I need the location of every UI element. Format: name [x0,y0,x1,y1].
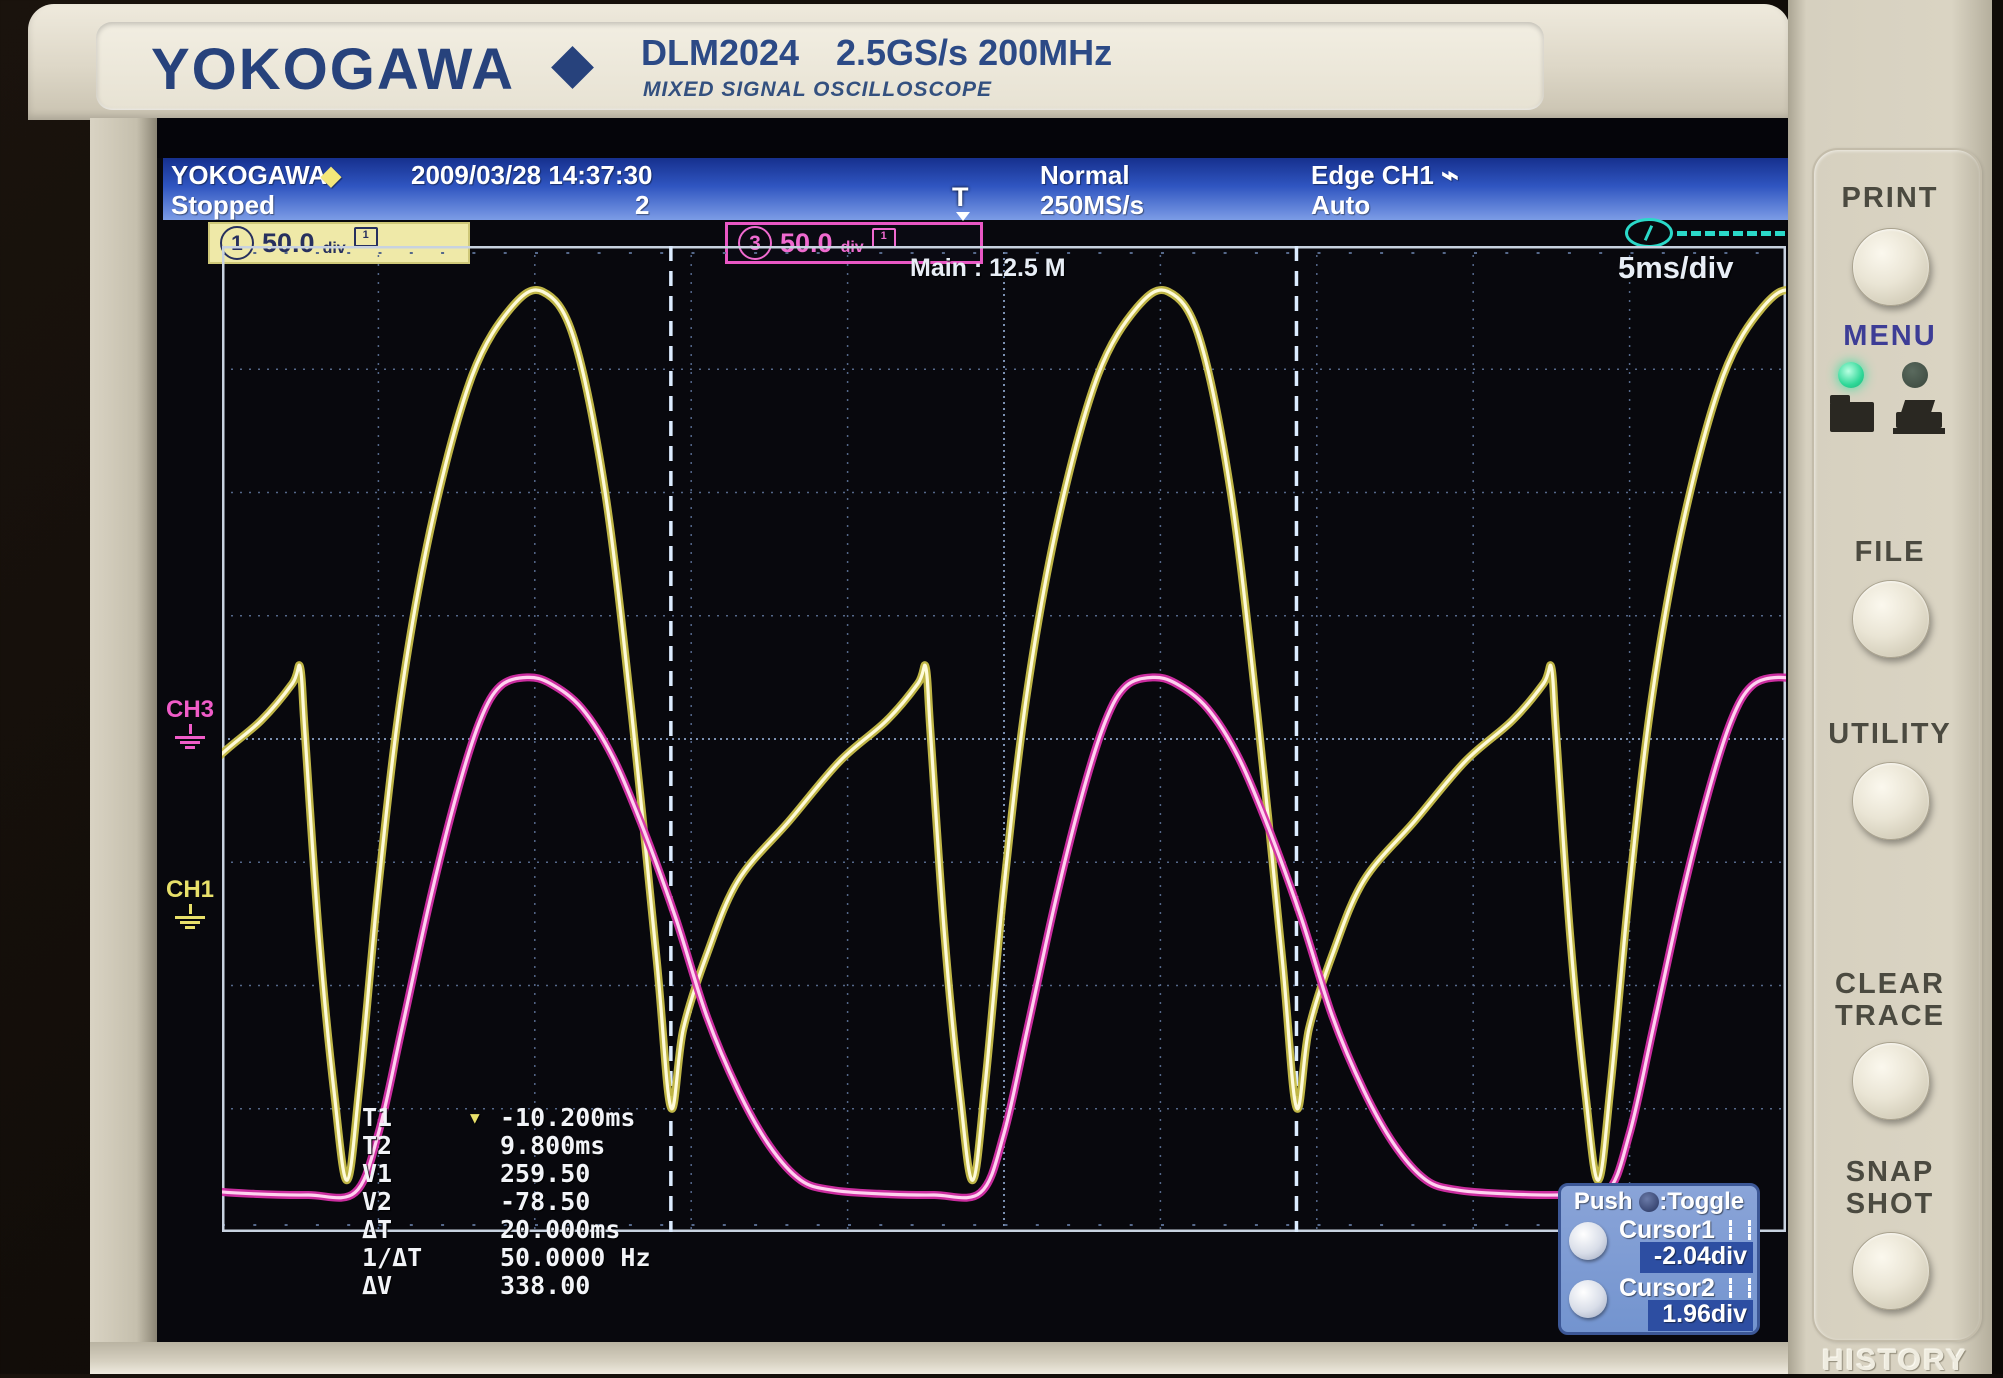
screen-brand: YOKOGAWA [171,160,327,191]
model-specs: 2.5GS/s 200MHz [836,32,1112,74]
brand-logo: YOKOGAWA [151,36,515,103]
cursor1-row: Cursor1 -2.04div [1561,1216,1757,1274]
trigger-position-marker: T [952,182,969,213]
cursor-panel: Push :Toggle Cursor1 -2.04div Cursor2 1.… [1558,1183,1760,1335]
history-label: HISTORY [1800,1344,1990,1378]
folder-icon [1830,402,1874,432]
cursor2-knob-icon[interactable] [1569,1280,1607,1318]
trigger-type: Edge CH1 [1311,160,1434,191]
lcd-screen: YOKOGAWA ◆ 2009/03/28 14:37:30 Normal Ed… [157,118,1788,1342]
ch1-position-marker: CH1 [162,876,218,929]
measurement-row: ΔT 20.000ms [362,1216,651,1244]
brand-strip: YOKOGAWA ◆ DLM2024 2.5GS/s 200MHz MIXED … [96,22,1544,110]
screen-brand-diamond-icon: ◆ [321,160,341,191]
screen-glass-edge [157,118,1788,158]
acquisition-count: 2 [635,190,649,221]
snap-shot-label-1: SNAP [1788,1156,1992,1189]
datetime: 2009/03/28 14:37:30 [411,160,652,191]
cursor2-value: 1.96div [1648,1300,1753,1331]
utility-button[interactable] [1852,762,1930,840]
status-bar: YOKOGAWA ◆ 2009/03/28 14:37:30 Normal Ed… [163,158,1788,220]
menu-led-off [1902,362,1928,388]
measurement-row: ΔV 338.00 [362,1272,651,1300]
cursor1-knob-icon[interactable] [1569,1222,1607,1260]
measurement-row: 1/ΔT 50.0000 Hz [362,1244,651,1272]
cursor2-line-icon [1729,1278,1751,1298]
menu-label: MENU [1788,320,1992,353]
cursor-measurements: T1 ▼ -10.200ms T2 9.800ms V1 259.50 V2 -… [362,1104,651,1300]
measurement-row: T1 ▼ -10.200ms [362,1104,651,1132]
model-subtitle: MIXED SIGNAL OSCILLOSCOPE [643,78,992,102]
ch2-offscreen-icon [1625,218,1673,248]
waveform-area: Main : 12.5 M 5ms/div T1 ▼ -10.200ms T2 … [222,246,1786,1232]
clear-trace-label-1: CLEAR [1788,968,1992,1001]
print-button[interactable] [1852,228,1930,306]
acquisition-status: Stopped [171,190,275,221]
measurement-row: V2 -78.50 [362,1188,651,1216]
ch3-position-marker: CH3 [162,696,218,749]
rising-edge-icon: ⌁ [1441,158,1459,193]
clear-trace-button[interactable] [1852,1042,1930,1120]
brand-diamond-icon: ◆ [551,30,594,96]
waveform-plot [222,246,1786,1232]
left-bezel [90,118,157,1346]
file-button[interactable] [1852,580,1930,658]
snap-shot-button[interactable] [1852,1232,1930,1310]
utility-label: UTILITY [1788,718,1992,751]
ch3-ground-icon [173,736,207,749]
timebase-label: 5ms/div [1618,250,1733,286]
trigger-mode: Auto [1311,190,1370,221]
printer-icon [1896,412,1942,428]
ch3-probe-icon: 1 [872,228,896,248]
model-name: DLM2024 [641,32,799,74]
cursor-panel-title: Push :Toggle [1561,1188,1757,1216]
bottom-bezel [90,1342,1790,1374]
measurement-row: V1 259.50 [362,1160,651,1188]
cursor1-line-icon [1729,1220,1751,1240]
cursor2-row: Cursor2 1.96div [1561,1274,1757,1332]
cursor1-value: -2.04div [1640,1242,1753,1273]
t1-source-marker: ▼ [470,1104,500,1132]
sample-rate: 250MS/s [1040,190,1144,221]
record-length-label: Main : 12.5 M [910,254,1066,283]
measurement-row: T2 9.800ms [362,1132,651,1160]
clear-trace-label-2: TRACE [1788,1000,1992,1033]
acquisition-mode: Normal [1040,160,1130,191]
snap-shot-label-2: SHOT [1788,1188,1992,1221]
file-label: FILE [1788,536,1992,569]
knob-icon [1639,1192,1659,1212]
ch1-trace [222,290,1786,1180]
ch2-dashed-line [1677,231,1785,236]
ch1-probe-icon: 1 [354,227,378,247]
ch1-ground-icon [173,916,207,929]
print-label: PRINT [1788,182,1992,215]
menu-led-on [1838,362,1864,388]
top-bezel: YOKOGAWA ◆ DLM2024 2.5GS/s 200MHz MIXED … [28,4,1790,120]
